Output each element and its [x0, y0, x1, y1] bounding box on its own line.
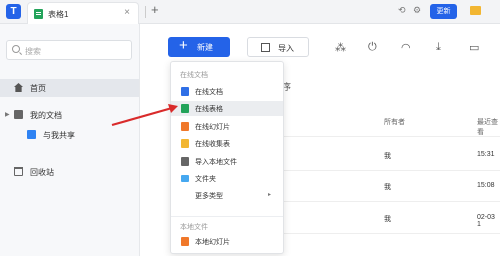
search-input[interactable]: 搜索: [6, 40, 132, 60]
section-local-files: 本地文件: [180, 224, 208, 231]
plus-icon: +: [179, 37, 188, 54]
menu-item-label: 本地幻灯片: [195, 239, 230, 246]
import-button-label: 导入: [278, 44, 294, 53]
sidebar-item-trash[interactable]: 回收站: [0, 163, 139, 181]
search-icon: [12, 45, 20, 53]
tab-label: 表格1: [48, 10, 69, 19]
menu-item-online-doc[interactable]: 在线文档: [171, 84, 283, 99]
sheet-icon: [181, 104, 189, 113]
search-placeholder: 搜索: [25, 47, 41, 56]
new-dropdown-menu: 在线文档 在线文档 在线表格 在线幻灯片 在线收集表 导入本地文件 文件夹 更多…: [170, 61, 284, 254]
submenu-arrow-icon: ▸: [267, 192, 271, 198]
menu-item-online-form[interactable]: 在线收集表: [171, 136, 283, 151]
sidebar-item-home[interactable]: 首页: [0, 79, 139, 97]
download-icon[interactable]: ⤓: [436, 41, 441, 54]
tab-sheet1[interactable]: 表格1 ×: [27, 2, 139, 24]
menu-item-folder[interactable]: 文件夹: [171, 171, 283, 186]
table-row-owner: 我: [384, 216, 391, 223]
table-row-time: 02-03 1: [477, 214, 495, 228]
menu-item-label: 在线收集表: [195, 141, 230, 148]
menu-item-local-slides[interactable]: 本地幻灯片: [171, 234, 283, 249]
shared-folder-icon: [27, 130, 36, 139]
import-button[interactable]: 导入: [247, 37, 309, 57]
menu-item-more-types[interactable]: 更多类型 ▸: [171, 188, 283, 203]
slides-icon: [181, 122, 189, 131]
menu-item-label: 更多类型: [195, 193, 223, 200]
wifi-icon[interactable]: ◠: [401, 41, 411, 54]
menu-item-label: 在线表格: [195, 106, 223, 113]
menu-item-online-sheet[interactable]: 在线表格: [171, 101, 283, 116]
import-file-icon: [181, 157, 189, 166]
sync-icon[interactable]: ⟲: [398, 5, 406, 16]
folder-icon[interactable]: [470, 6, 481, 15]
form-icon: [181, 139, 189, 148]
sidebar-item-label: 与我共享: [43, 131, 75, 140]
title-bar: T 表格1 × + ⟲ ⚙ 更新: [0, 0, 500, 24]
home-icon: [14, 83, 23, 92]
folder-icon: [181, 175, 189, 182]
section-online-docs: 在线文档: [180, 72, 208, 79]
trash-icon: [14, 167, 23, 176]
row-divider: [281, 136, 500, 137]
expand-caret-icon[interactable]: ▶: [5, 111, 10, 118]
sheet-icon: [34, 9, 43, 19]
column-header-owner: 所有者: [384, 119, 405, 126]
row-divider: [281, 170, 500, 171]
menu-item-label: 在线文档: [195, 89, 223, 96]
sidebar-item-label: 首页: [30, 84, 46, 93]
import-icon: [261, 43, 270, 52]
apps-icon[interactable]: ⁂: [335, 41, 346, 54]
settings-icon[interactable]: ⚙: [413, 5, 421, 16]
folder-open-icon[interactable]: ▭: [469, 41, 479, 54]
sidebar: 搜索 首页 ▶ 我的文档 与我共享 回收站: [0, 24, 140, 256]
document-icon: [14, 110, 23, 119]
menu-item-label: 在线幻灯片: [195, 124, 230, 131]
new-button-label: 新建: [197, 43, 213, 52]
menu-item-label: 文件夹: [195, 176, 216, 183]
local-slides-icon: [181, 237, 189, 246]
plugin-icon[interactable]: ⏻: [368, 41, 377, 54]
menu-item-label: 导入本地文件: [195, 159, 237, 166]
add-tab-button[interactable]: +: [151, 2, 159, 17]
table-row-owner: 我: [384, 153, 391, 160]
sidebar-item-label: 回收站: [30, 168, 54, 177]
update-button[interactable]: 更新: [430, 4, 457, 19]
table-row-time: 15:08: [477, 182, 495, 189]
column-header-recent: 最近查看: [477, 119, 498, 136]
sidebar-item-shared[interactable]: 与我共享: [0, 126, 139, 144]
row-divider: [281, 233, 500, 234]
app-logo[interactable]: T: [6, 4, 21, 19]
menu-divider: [171, 216, 283, 217]
tab-divider: [145, 6, 146, 18]
new-button[interactable]: + 新建: [168, 37, 230, 57]
doc-icon: [181, 87, 189, 96]
menu-item-online-slides[interactable]: 在线幻灯片: [171, 119, 283, 134]
table-row-time: 15:31: [477, 151, 495, 158]
sidebar-item-label: 我的文档: [30, 111, 62, 120]
row-divider: [281, 201, 500, 202]
close-tab-button[interactable]: ×: [124, 7, 130, 18]
menu-item-import-local[interactable]: 导入本地文件: [171, 154, 283, 169]
table-row-owner: 我: [384, 184, 391, 191]
sidebar-item-my-docs[interactable]: ▶ 我的文档: [0, 106, 139, 124]
